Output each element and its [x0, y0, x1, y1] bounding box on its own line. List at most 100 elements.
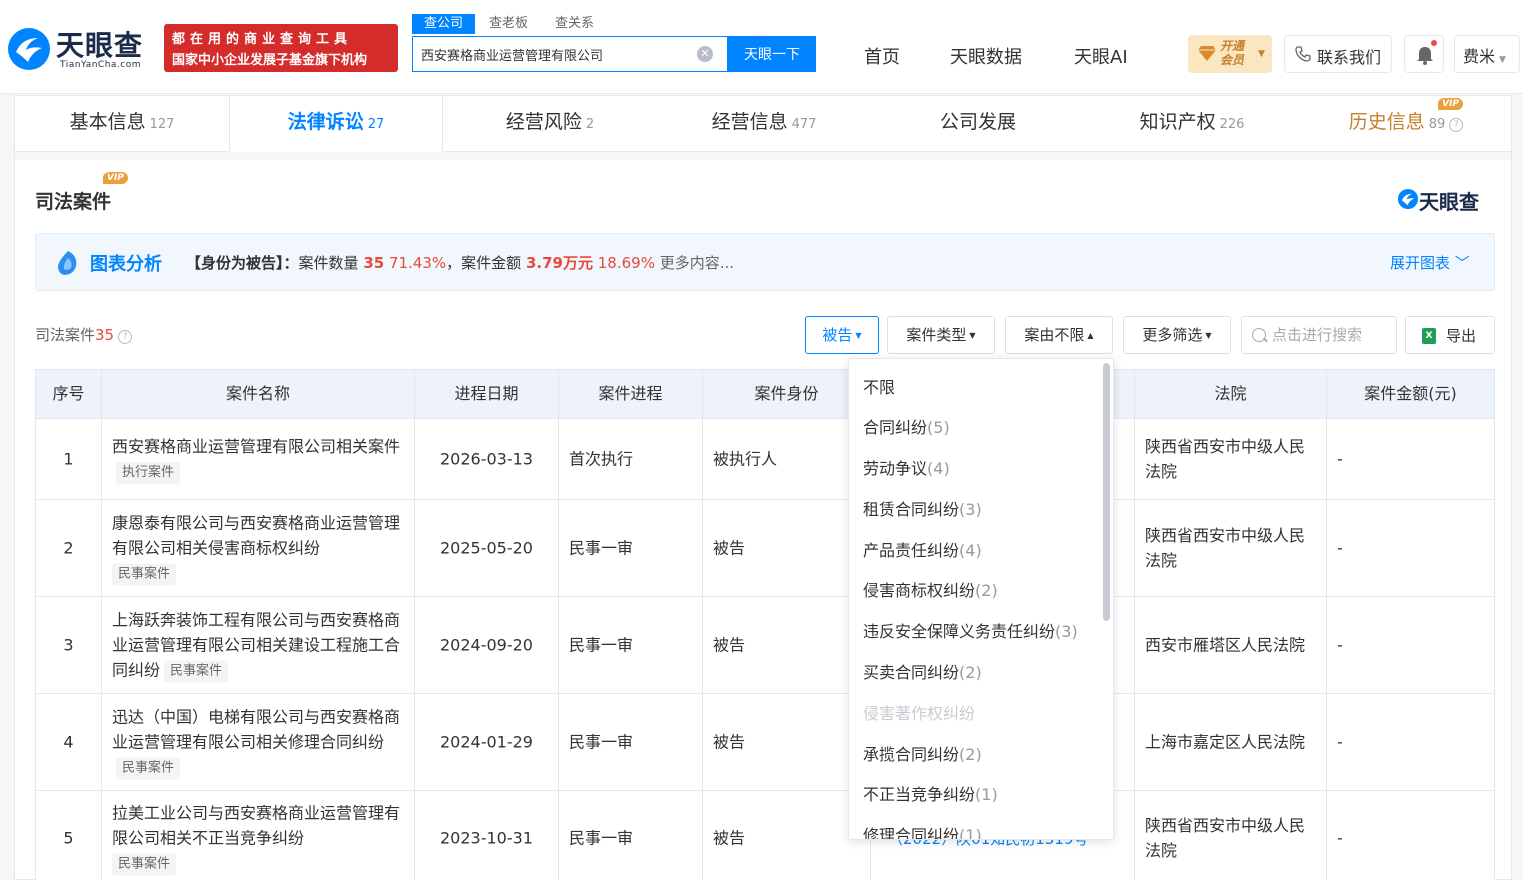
col-date: 进程日期 — [415, 370, 559, 420]
search-box: ✕ — [412, 36, 728, 72]
bell-icon — [1417, 47, 1433, 65]
case-name-link[interactable]: 迅达（中国）电梯有限公司与西安赛格商业运营管理有限公司相关修理合同纠纷 — [112, 708, 400, 752]
dropdown-option[interactable]: 修理合同纠纷(1) — [863, 822, 982, 839]
slogan-line-1: 都在用的商业查询工具 — [172, 32, 353, 47]
case-stage: 民事一审 — [569, 732, 634, 752]
dropdown-option[interactable]: 违反安全保障义务责任纠纷(3) — [863, 618, 1078, 642]
dropdown-option[interactable]: 侵害商标权纠纷(2) — [863, 577, 998, 601]
dropdown-option[interactable]: 不正当竞争纠纷(1) — [863, 781, 998, 805]
dropdown-option[interactable]: 承揽合同纠纷(2) — [863, 741, 982, 765]
case-tag: 民事案件 — [164, 660, 229, 683]
case-role: 被执行人 — [713, 449, 778, 469]
caret-down-icon: ▼ — [1258, 49, 1265, 59]
caret-up-icon: ▲ — [1087, 331, 1094, 340]
dropdown-option[interactable]: 买卖合同纠纷(2) — [863, 659, 982, 683]
nav-data[interactable]: 天眼数据 — [950, 43, 1022, 69]
help-icon[interactable]: ? — [118, 330, 133, 344]
case-amount: - — [1337, 635, 1343, 655]
dropdown-option[interactable]: 产品责任纠纷(4) — [863, 537, 982, 561]
case-type-filter[interactable]: 案件类型 ▼ — [887, 316, 995, 354]
col-stage: 案件进程 — [559, 370, 703, 420]
contact-button[interactable]: 联系我们 — [1284, 35, 1392, 73]
caret-down-icon: ▼ — [855, 331, 862, 340]
contact-label: 联系我们 — [1317, 48, 1382, 67]
tab-company-development[interactable]: 公司发展 — [871, 96, 1085, 152]
dropdown-option[interactable]: 不限 — [863, 374, 895, 398]
row-no: 3 — [63, 635, 74, 655]
row-no: 5 — [63, 828, 74, 847]
notification-button[interactable] — [1404, 35, 1444, 73]
table-row: 3 上海跃奔装饰工程有限公司与西安赛格商业运营管理有限公司相关建设工程施工合同纠… — [35, 597, 1495, 694]
search-tab-relation[interactable]: 查关系 — [555, 14, 594, 34]
case-tag: 民事案件 — [112, 563, 177, 586]
tab-intellectual-property[interactable]: 知识产权 226 — [1085, 96, 1299, 152]
case-role: 被告 — [713, 828, 746, 847]
dropdown-scrollbar[interactable] — [1103, 363, 1110, 621]
role-filter[interactable]: 被告 ▼ — [805, 316, 879, 354]
help-icon[interactable]: ? — [1449, 118, 1464, 132]
tab-legal-litigation[interactable]: 法律诉讼 27 — [229, 96, 443, 153]
user-menu[interactable]: 费米 ▼ — [1454, 35, 1520, 73]
tabs-separator — [15, 152, 1511, 160]
case-search-input[interactable] — [1272, 317, 1392, 353]
table-row: 5 拉美工业公司与西安赛格商业运营管理有限公司相关不正当竞争纠纷 民事案件 202… — [35, 791, 1495, 880]
dropdown-option[interactable]: 劳动争议(4) — [863, 455, 950, 479]
dropdown-option-disabled: 侵害著作权纠纷 — [863, 704, 976, 723]
case-cause-filter[interactable]: 案由不限 ▲ — [1005, 316, 1113, 354]
brand-text: 天眼查 — [1419, 190, 1479, 214]
tab-operating-risk[interactable]: 经营风险 2 — [443, 96, 657, 152]
row-no: 4 — [63, 732, 74, 752]
clear-icon[interactable]: ✕ — [697, 46, 713, 62]
table-row: 2 康恩泰有限公司与西安赛格商业运营管理有限公司相关侵害商标权纠纷 民事案件 20… — [35, 500, 1495, 597]
case-court: 陕西省西安市中级人民法院 — [1145, 815, 1306, 860]
search-tab-boss[interactable]: 查老板 — [489, 14, 528, 34]
case-date: 2025-05-20 — [440, 538, 533, 558]
more-filters[interactable]: 更多筛选 ▼ — [1123, 316, 1231, 354]
export-label: 导出 — [1446, 327, 1477, 345]
col-case-name: 案件名称 — [102, 370, 415, 420]
table-row: 4 迅达（中国）电梯有限公司与西安赛格商业运营管理有限公司相关修理合同纠纷民事案… — [35, 694, 1495, 791]
dropdown-option[interactable]: 合同纠纷(5) — [863, 414, 950, 438]
vip-label: 开通 会员 — [1220, 39, 1245, 67]
case-name-link[interactable]: 康恩泰有限公司与西安赛格商业运营管理有限公司相关侵害商标权纠纷 — [112, 514, 400, 558]
case-stage: 民事一审 — [569, 635, 634, 655]
search-button[interactable]: 天眼一下 — [728, 36, 816, 72]
dropdown-option[interactable]: 租赁合同纠纷(3) — [863, 496, 982, 520]
diamond-icon — [1198, 46, 1216, 61]
vip-membership-button[interactable]: 开通 会员 ▼ — [1188, 35, 1272, 73]
logo-text: 天眼查 — [56, 29, 144, 62]
export-button[interactable]: X 导出 — [1405, 316, 1495, 354]
logo[interactable]: 天眼查 TianYanCha.com — [6, 24, 156, 76]
nav-home[interactable]: 首页 — [864, 43, 900, 69]
top-header: 天眼查 TianYanCha.com 都在用的商业查询工具 国家中小企业发展子基… — [0, 0, 1523, 94]
chart-analysis-label[interactable]: 图表分析 — [90, 250, 162, 276]
chart-analysis-summary: 【身份为被告】：案件数量 35 71.43%，案件金额 3.79万元 18.69… — [186, 254, 735, 272]
content-panel: 基本信息 127 法律诉讼 27 经营风险 2 经营信息 477 公司发展 知识产权 22… — [14, 95, 1512, 880]
more-content-link[interactable]: 更多内容... — [660, 254, 734, 272]
case-date: 2026-03-13 — [440, 449, 533, 469]
phone-icon — [1295, 46, 1311, 62]
case-amount: - — [1337, 732, 1343, 752]
tab-history-info[interactable]: 历史信息 89? VIP — [1299, 96, 1513, 152]
chart-analysis-bar: 图表分析 【身份为被告】：案件数量 35 71.43%，案件金额 3.79万元 … — [35, 233, 1495, 291]
expand-chart-button[interactable]: 展开图表 ﹀ — [1390, 252, 1470, 273]
case-name-link[interactable]: 西安赛格商业运营管理有限公司相关案件 — [112, 437, 400, 456]
case-stage: 首次执行 — [569, 449, 634, 469]
tab-basic-info[interactable]: 基本信息 127 — [15, 96, 229, 152]
case-name-link[interactable]: 上海跃奔装饰工程有限公司与西安赛格商业运营管理有限公司相关建设工程施工合同纠纷 — [112, 611, 400, 680]
case-amount: - — [1337, 828, 1343, 847]
case-date: 2024-09-20 — [440, 635, 533, 655]
user-name: 费米 — [1463, 47, 1496, 66]
slogan-line-2: 国家中小企业发展子基金旗下机构 — [172, 53, 368, 68]
nav-ai[interactable]: 天眼AI — [1074, 43, 1128, 69]
chart-analysis-icon — [58, 251, 77, 275]
tab-operating-info[interactable]: 经营信息 477 — [657, 96, 871, 152]
case-count-label: 司法案件35? — [35, 324, 133, 345]
search-tab-company[interactable]: 查公司 — [412, 14, 476, 34]
tianyancha-logo-icon — [1397, 188, 1419, 210]
col-role: 案件身份 — [703, 370, 871, 420]
case-search-box — [1241, 316, 1397, 354]
case-name-link[interactable]: 拉美工业公司与西安赛格商业运营管理有限公司相关不正当竞争纠纷 — [112, 803, 400, 847]
case-date: 2024-01-29 — [440, 732, 533, 752]
search-input[interactable] — [421, 37, 691, 71]
